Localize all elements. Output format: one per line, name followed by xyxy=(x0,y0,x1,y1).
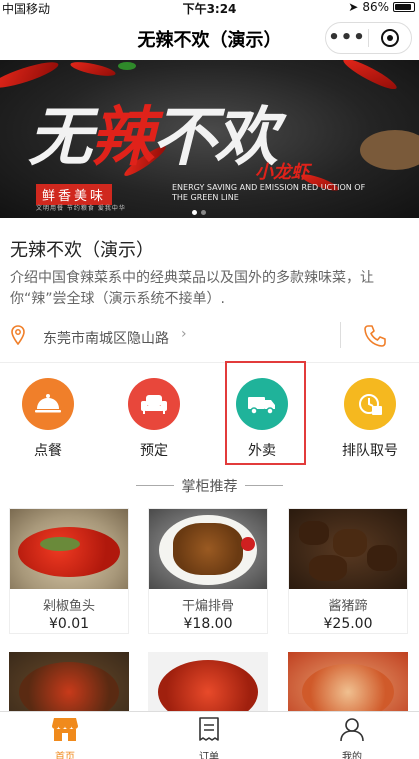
service-reserve[interactable]: 预定 xyxy=(114,378,194,460)
dish-photo xyxy=(149,509,267,589)
banner-tag: 鲜香美味 xyxy=(36,184,113,205)
dish-card-partial[interactable] xyxy=(288,652,408,712)
dish-card[interactable]: 酱猪蹄 ¥25.00 xyxy=(288,508,408,634)
nav-bar: 无辣不欢（演示） ••• xyxy=(0,14,419,60)
chevron-right-icon: › xyxy=(181,326,187,342)
section-divider xyxy=(0,362,419,363)
tab-home[interactable]: 首页 xyxy=(35,716,95,759)
queue-ticket-icon xyxy=(344,378,396,430)
title-line-right xyxy=(245,485,283,486)
cloche-icon xyxy=(22,378,74,430)
banner-carousel[interactable]: 无辣不欢 小龙虾 鲜香美味 文明用餐 节约粮食 爱我中华 ENERGY SAVI… xyxy=(0,60,419,218)
leaf-decoration xyxy=(118,62,136,70)
battery-icon xyxy=(393,2,415,12)
service-label: 点餐 xyxy=(34,443,62,459)
phone-button[interactable] xyxy=(362,323,388,353)
dish-price: ¥18.00 xyxy=(183,616,233,632)
phone-icon xyxy=(364,325,386,347)
location-icon: ➤ xyxy=(348,0,359,14)
dish-price: ¥25.00 xyxy=(323,616,373,632)
banner-headline-accent: 辣 xyxy=(90,100,154,175)
dish-name: 酱猪蹄 xyxy=(328,599,368,614)
receipt-icon xyxy=(199,717,219,741)
user-icon xyxy=(340,718,364,742)
dish-price: ¥0.01 xyxy=(48,616,90,632)
delivery-highlight-box xyxy=(225,361,306,465)
tab-orders[interactable]: 订单 xyxy=(179,716,239,759)
tab-profile[interactable]: 我的 xyxy=(322,716,382,759)
dish-card-partial[interactable] xyxy=(9,652,129,712)
tab-label: 首页 xyxy=(55,752,75,759)
sofa-icon xyxy=(128,378,180,430)
tab-bar: 首页 订单 我的 xyxy=(0,711,419,759)
miniprogram-capsule: ••• xyxy=(325,22,412,54)
carousel-dot[interactable] xyxy=(201,210,206,215)
status-right: ➤ 86% xyxy=(348,0,415,14)
banner-subtitle: 小龙虾 xyxy=(255,162,309,183)
close-button[interactable] xyxy=(369,29,411,47)
service-order[interactable]: 点餐 xyxy=(8,378,88,460)
dish-name: 干煸排骨 xyxy=(181,599,234,614)
carousel-dot[interactable] xyxy=(192,210,197,215)
banner-headline: 无辣不欢 xyxy=(28,86,278,178)
address-divider xyxy=(340,322,341,348)
recommend-title: 掌柜推荐 xyxy=(181,479,238,495)
address-row: 东莞市南城区隐山路 › xyxy=(0,316,419,356)
service-label: 预定 xyxy=(140,443,168,459)
chili-decoration xyxy=(69,60,117,79)
banner-english: ENERGY SAVING AND EMISSION RED UCTION OF… xyxy=(172,183,366,202)
service-label: 排队取号 xyxy=(342,443,398,459)
shop-description: 介绍中国食辣菜系中的经典菜品以及国外的多款辣味菜，让你“辣”尝全球（演示系统不接… xyxy=(10,270,374,307)
dish-photo xyxy=(10,509,128,589)
more-button[interactable]: ••• xyxy=(326,28,368,48)
status-bar: 中国移动 下午3:24 ➤ 86% xyxy=(0,0,419,16)
dish-card-partial[interactable] xyxy=(148,652,268,712)
dish-card[interactable]: 干煸排骨 ¥18.00 xyxy=(148,508,268,634)
battery-percent: 86% xyxy=(362,0,389,14)
dish-photo xyxy=(289,509,407,589)
store-icon xyxy=(52,718,78,741)
shop-name: 无辣不欢（演示） xyxy=(10,240,154,261)
spice-bowl-decoration xyxy=(360,130,419,170)
dish-name: 剁椒鱼头 xyxy=(42,599,95,614)
address-link[interactable]: 东莞市南城区隐山路 xyxy=(43,328,169,348)
dish-card[interactable]: 剁椒鱼头 ¥0.01 xyxy=(9,508,129,634)
tab-label: 我的 xyxy=(342,752,362,759)
tab-label: 订单 xyxy=(199,752,219,759)
banner-headline-part: 无 xyxy=(28,100,92,175)
close-icon xyxy=(381,29,399,47)
chili-decoration xyxy=(340,60,400,94)
carousel-dots xyxy=(192,210,206,215)
banner-slogan: 文明用餐 节约粮食 爱我中华 xyxy=(36,205,126,212)
location-pin-icon xyxy=(11,325,25,349)
service-queue[interactable]: 排队取号 xyxy=(330,378,410,460)
